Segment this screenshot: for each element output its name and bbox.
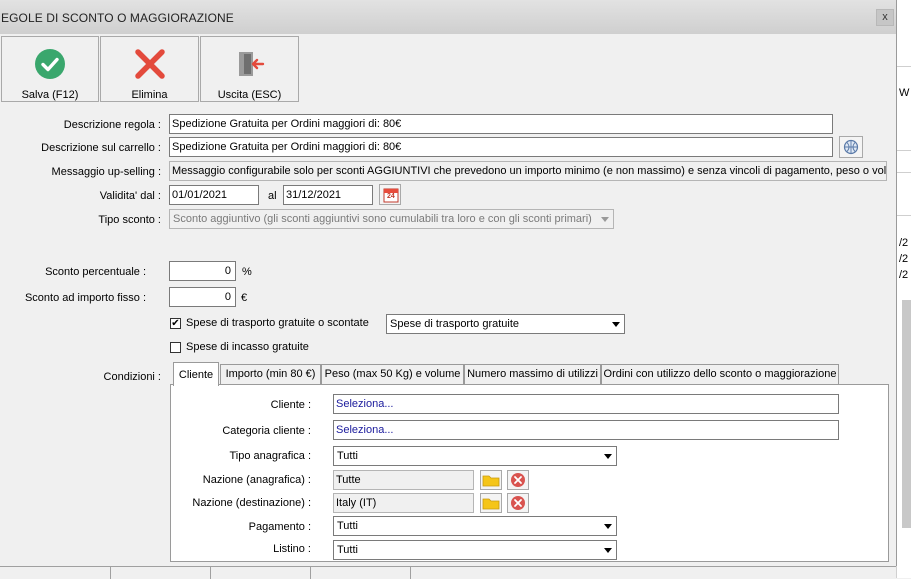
price-list-value: Tutti: [337, 544, 358, 556]
clear-x-icon: [511, 496, 525, 510]
background-window: W /2 /2 /2: [896, 0, 911, 578]
validity-to-label: al: [268, 190, 277, 202]
chevron-down-icon: [601, 518, 615, 534]
price-list-select[interactable]: Tutti: [333, 540, 617, 560]
percent-discount-label: Sconto percentuale :: [45, 266, 146, 278]
shipping-option-value: Spese di trasporto gratuite: [390, 318, 520, 330]
chevron-down-icon: [601, 542, 615, 558]
fixed-discount-label: Sconto ad importo fisso :: [24, 292, 146, 304]
country-destination-input[interactable]: Italy (IT): [333, 493, 474, 513]
percent-unit: %: [242, 266, 252, 278]
chevron-down-icon: [601, 448, 615, 464]
globe-icon: [843, 139, 859, 155]
cart-description-input[interactable]: Spedizione Gratuita per Ordini maggiori …: [169, 137, 833, 157]
country-registry-label: Nazione (anagrafica) :: [202, 474, 311, 486]
folder-icon: [482, 498, 500, 510]
fixed-discount-input[interactable]: 0: [169, 287, 236, 307]
rule-description-input[interactable]: Spedizione Gratuita per Ordini maggiori …: [169, 114, 833, 134]
validity-from-input[interactable]: 01/01/2021: [169, 185, 259, 205]
free-shipping-checkbox[interactable]: ✔: [170, 318, 181, 329]
save-button[interactable]: Salva (F12): [1, 36, 99, 102]
country-destination-clear-button[interactable]: [507, 493, 529, 513]
tab-importo[interactable]: Importo (min 80 €): [220, 364, 321, 384]
price-list-label: Listino :: [273, 543, 311, 555]
close-button[interactable]: x: [876, 9, 894, 26]
tab-ordini-utilizzo[interactable]: Ordini con utilizzo dello sconto o maggi…: [601, 364, 839, 384]
background-text: /2: [899, 253, 909, 265]
chevron-down-icon: [598, 211, 612, 227]
background-text: W: [899, 87, 910, 99]
discount-type-select[interactable]: Sconto aggiuntivo (gli sconti aggiuntivi…: [169, 209, 614, 229]
window-title: EGOLE DI SCONTO O MAGGIORAZIONE: [1, 11, 234, 25]
validity-from-label: Validita' dal :: [99, 190, 161, 202]
payment-select[interactable]: Tutti: [333, 516, 617, 536]
discount-rule-dialog: EGOLE DI SCONTO O MAGGIORAZIONE x Salva …: [0, 0, 897, 566]
save-button-label: Salva (F12): [21, 89, 79, 101]
background-status-strip: [0, 566, 896, 579]
exit-door-icon: [238, 52, 264, 76]
background-scrollbar[interactable]: [902, 300, 911, 528]
folder-icon: [482, 475, 500, 487]
shipping-option-select[interactable]: Spese di trasporto gratuite: [386, 314, 625, 334]
exit-button[interactable]: Uscita (ESC): [200, 36, 299, 102]
upselling-message: Messaggio configurabile solo per sconti …: [169, 161, 887, 181]
exit-button-label: Uscita (ESC): [217, 89, 282, 101]
tab-peso-volume[interactable]: Peso (max 50 Kg) e volume: [321, 364, 464, 384]
payment-value: Tutti: [337, 520, 358, 532]
validity-to-input[interactable]: 31/12/2021: [283, 185, 373, 205]
upselling-label: Messaggio up-selling :: [51, 166, 161, 178]
check-circle-icon: [35, 49, 65, 79]
cart-description-label: Descrizione sul carrello :: [41, 142, 161, 154]
calendar-day: 24: [387, 193, 395, 200]
registry-type-label: Tipo anagrafica :: [229, 450, 311, 462]
free-shipping-label: Spese di trasporto gratuite o scontate: [186, 317, 369, 329]
rule-description-label: Descrizione regola :: [63, 119, 161, 131]
tab-numero-utilizzi[interactable]: Numero massimo di utilizzi: [464, 364, 601, 384]
country-destination-label: Nazione (destinazione) :: [192, 497, 311, 509]
free-collection-label: Spese di incasso gratuite: [186, 341, 309, 353]
chevron-down-icon: [609, 316, 623, 332]
free-collection-checkbox[interactable]: [170, 342, 181, 353]
translate-button[interactable]: [839, 136, 863, 158]
country-registry-input[interactable]: Tutte: [333, 470, 474, 490]
conditions-label: Condizioni :: [103, 371, 161, 383]
discount-type-value: Sconto aggiuntivo (gli sconti aggiuntivi…: [173, 213, 592, 225]
euro-unit: €: [241, 292, 248, 304]
delete-button-label: Elimina: [131, 89, 168, 101]
registry-type-value: Tutti: [337, 450, 358, 462]
background-text: /2: [899, 269, 909, 281]
customer-input[interactable]: Seleziona...: [333, 394, 839, 414]
customer-category-input[interactable]: Seleziona...: [333, 420, 839, 440]
background-text: /2: [899, 237, 909, 249]
payment-label: Pagamento :: [248, 521, 311, 533]
calendar-button[interactable]: 24: [379, 184, 401, 205]
delete-x-icon: [134, 49, 165, 79]
country-registry-clear-button[interactable]: [507, 470, 529, 490]
country-registry-browse-button[interactable]: [480, 470, 502, 490]
title-bar[interactable]: EGOLE DI SCONTO O MAGGIORAZIONE x: [0, 0, 896, 34]
country-destination-browse-button[interactable]: [480, 493, 502, 513]
customer-category-label: Categoria cliente :: [222, 425, 311, 437]
tab-cliente[interactable]: Cliente: [173, 362, 219, 386]
delete-button[interactable]: Elimina: [100, 36, 199, 102]
customer-label: Cliente :: [270, 399, 311, 411]
clear-x-icon: [511, 473, 525, 487]
registry-type-select[interactable]: Tutti: [333, 446, 617, 466]
discount-type-label: Tipo sconto :: [98, 214, 161, 226]
percent-discount-input[interactable]: 0: [169, 261, 236, 281]
